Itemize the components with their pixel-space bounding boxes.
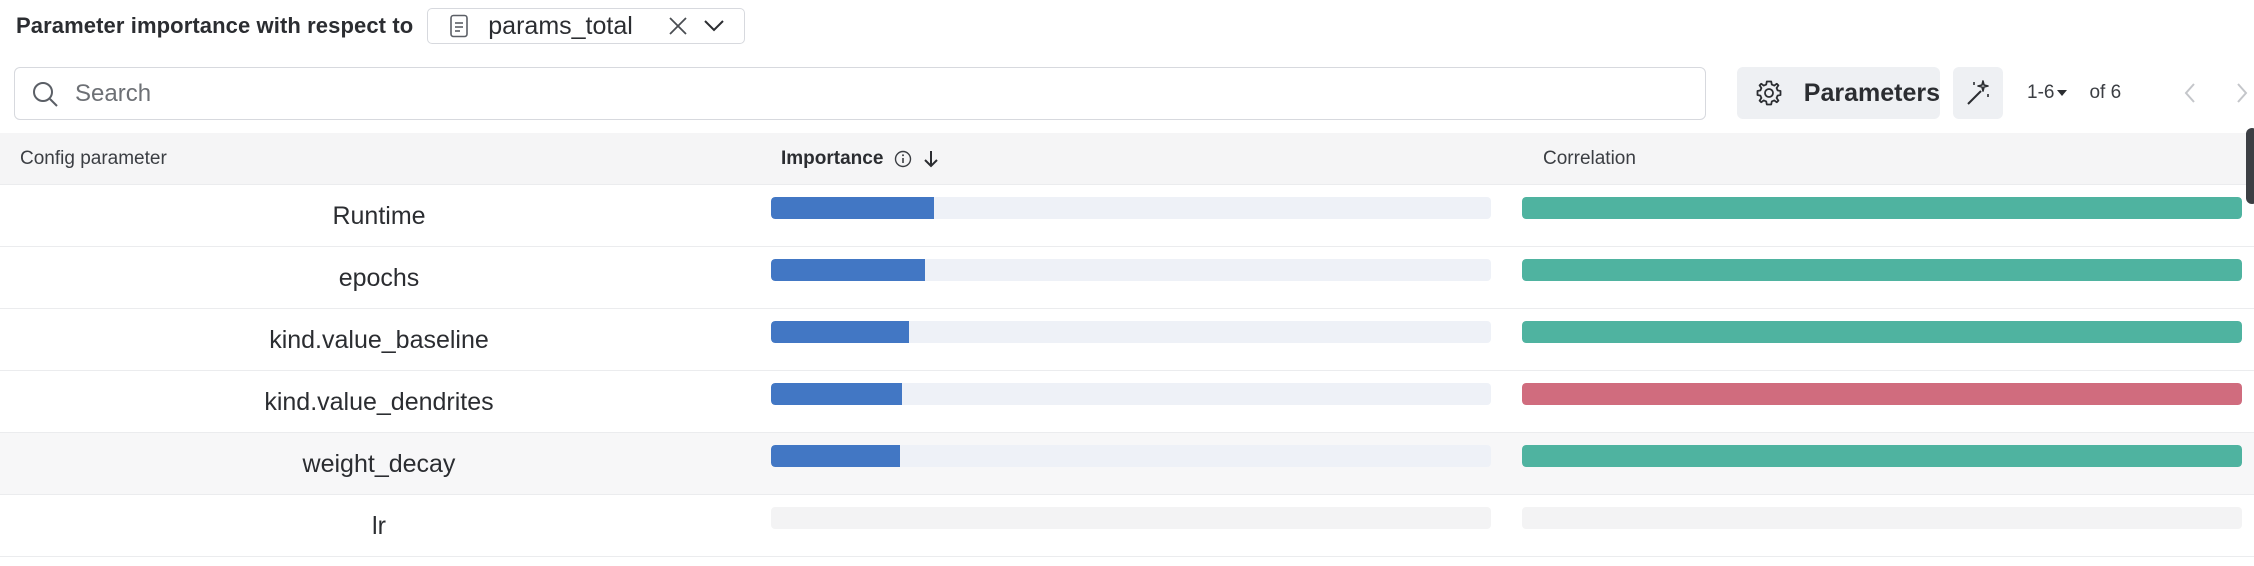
importance-bar xyxy=(771,507,1491,529)
correlation-bar xyxy=(1522,445,2242,467)
pagination: 1-6 of 6 xyxy=(2027,78,2248,108)
document-icon xyxy=(448,13,470,39)
param-name: kind.value_baseline xyxy=(269,325,489,354)
correlation-bar-fill xyxy=(1522,259,2242,281)
search-icon xyxy=(29,78,61,110)
sort-descending-icon[interactable] xyxy=(921,148,941,170)
importance-bar-fill xyxy=(771,259,926,281)
chevron-down-icon[interactable] xyxy=(700,12,728,40)
panel-title: Parameter importance with respect to xyxy=(16,13,414,38)
column-header-importance-label: Importance xyxy=(781,148,884,169)
table-row[interactable]: kind.value_dendrites xyxy=(0,371,2254,433)
correlation-bar-fill xyxy=(1522,383,2242,405)
title-row: Parameter importance with respect to par… xyxy=(16,8,746,44)
importance-bar-fill xyxy=(771,445,900,467)
table-row[interactable]: Runtime xyxy=(0,185,2254,247)
importance-bar-fill xyxy=(771,197,935,219)
param-name: kind.value_dendrites xyxy=(264,387,494,416)
page-total: of 6 xyxy=(2089,82,2122,103)
importance-bar xyxy=(771,383,1491,405)
column-header-importance[interactable]: Importance xyxy=(781,133,941,185)
table-row[interactable]: kind.value_baseline xyxy=(0,309,2254,371)
table-row[interactable]: weight_decay xyxy=(0,433,2254,495)
chevron-left-icon[interactable] xyxy=(2176,78,2204,108)
param-name: lr xyxy=(372,511,386,540)
info-icon[interactable] xyxy=(893,149,913,169)
importance-bar-fill xyxy=(771,383,903,405)
importance-bar xyxy=(771,321,1491,343)
column-header-correlation[interactable]: Correlation xyxy=(1543,133,1636,185)
table-row[interactable]: epochs xyxy=(0,247,2254,309)
search-box[interactable] xyxy=(14,67,1706,120)
table-row[interactable]: lr xyxy=(0,495,2254,557)
param-name: epochs xyxy=(338,263,420,292)
magic-wand-icon xyxy=(1964,79,1992,107)
correlation-bar-fill xyxy=(1522,445,2242,467)
clear-icon[interactable] xyxy=(664,12,692,40)
correlation-bar xyxy=(1522,321,2242,343)
importance-bar xyxy=(771,445,1491,467)
param-name: weight_decay xyxy=(302,449,456,478)
page-range-select[interactable]: 1-6 xyxy=(2027,82,2068,104)
parameters-button[interactable]: Parameters xyxy=(1737,67,1940,119)
column-header-config[interactable]: Config parameter xyxy=(20,133,167,185)
correlation-bar xyxy=(1522,259,2242,281)
page-range: 1-6 xyxy=(2027,82,2055,103)
correlation-bar-fill xyxy=(1522,321,2242,343)
caret-down-icon xyxy=(2057,88,2068,98)
parameters-button-label: Parameters xyxy=(1803,78,1940,107)
table-header: Config parameter Importance Correlation xyxy=(0,133,2254,185)
importance-bar xyxy=(771,197,1491,219)
metric-select-value: params_total xyxy=(488,11,633,40)
correlation-bar-fill xyxy=(1522,197,2242,219)
importance-bar xyxy=(771,259,1491,281)
chevron-right-icon[interactable] xyxy=(2228,78,2254,108)
param-name: Runtime xyxy=(332,201,426,230)
correlation-bar xyxy=(1522,383,2242,405)
gear-icon xyxy=(1755,78,1784,108)
auto-select-button[interactable] xyxy=(1953,67,2003,119)
search-input[interactable] xyxy=(75,79,1655,108)
scrollbar-handle[interactable] xyxy=(2246,128,2254,204)
metric-select[interactable]: params_total xyxy=(427,8,746,44)
importance-bar-fill xyxy=(771,321,909,343)
correlation-bar xyxy=(1522,507,2242,529)
correlation-bar xyxy=(1522,197,2242,219)
